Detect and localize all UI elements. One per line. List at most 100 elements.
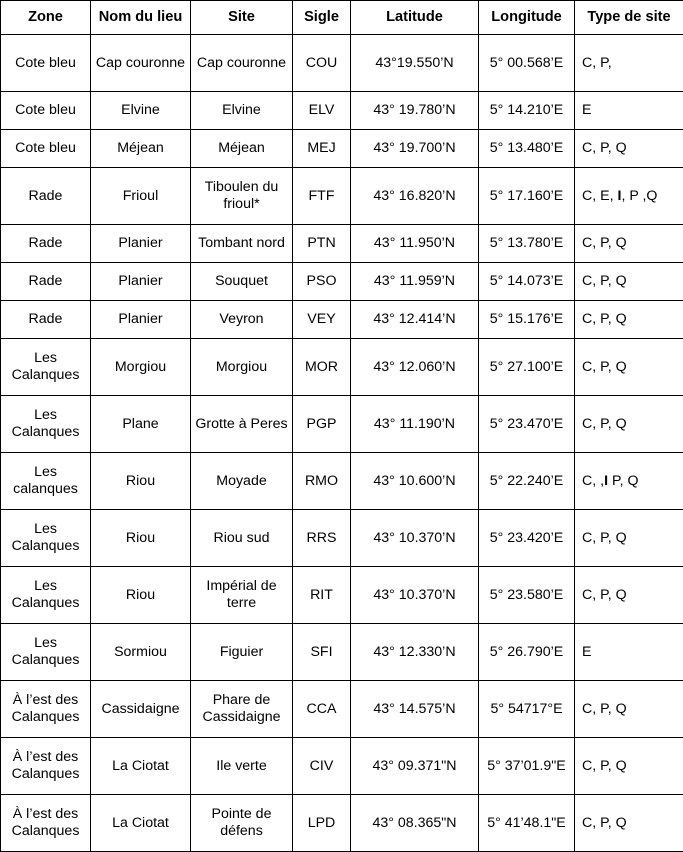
cell-longitude: 5° 17.160’E bbox=[479, 168, 575, 225]
cell-longitude: 5° 23.580’E bbox=[479, 567, 575, 624]
table-row: Cote bleuMéjeanMéjeanMEJ43° 19.700’N5° 1… bbox=[1, 130, 683, 168]
table-row: Les CalanquesSormiouFiguierSFI43° 12.330… bbox=[1, 624, 683, 681]
cell-site: Grotte à Peres bbox=[191, 396, 293, 453]
column-header-longitude: Longitude bbox=[479, 1, 575, 35]
cell-sigle: CCA bbox=[293, 681, 351, 738]
cell-latitude: 43° 19.700’N bbox=[351, 130, 479, 168]
cell-nom: Morgiou bbox=[91, 339, 191, 396]
cell-nom: Cassidaigne bbox=[91, 681, 191, 738]
table-row: À l’est des CalanquesLa CiotatIle verte C… bbox=[1, 738, 683, 795]
cell-site: Tombant nord bbox=[191, 225, 293, 263]
cell-nom: Sormiou bbox=[91, 624, 191, 681]
cell-latitude: 43° 09.371"N bbox=[351, 738, 479, 795]
table-header: Zone Nom du lieu Site Sigle Latitude Lon… bbox=[1, 1, 683, 35]
cell-longitude: 5° 13.780’E bbox=[479, 225, 575, 263]
cell-sigle: RIT bbox=[293, 567, 351, 624]
cell-nom: Méjean bbox=[91, 130, 191, 168]
column-header-nom: Nom du lieu bbox=[91, 1, 191, 35]
cell-nom: La Ciotat bbox=[91, 738, 191, 795]
cell-nom: Riou bbox=[91, 453, 191, 510]
cell-zone: Les Calanques bbox=[1, 510, 91, 567]
header-row: Zone Nom du lieu Site Sigle Latitude Lon… bbox=[1, 1, 683, 35]
cell-longitude: 5° 00.568’E bbox=[479, 35, 575, 92]
cell-type: C, P, Q bbox=[575, 301, 683, 339]
cell-nom: Planier bbox=[91, 263, 191, 301]
cell-longitude: 5° 14.210’E bbox=[479, 92, 575, 130]
cell-latitude: 43° 19.780’N bbox=[351, 92, 479, 130]
cell-longitude: 5° 54717°E bbox=[479, 681, 575, 738]
cell-zone: Cote bleu bbox=[1, 35, 91, 92]
cell-type: C, P, Q bbox=[575, 225, 683, 263]
cell-latitude: 43° 11.190’N bbox=[351, 396, 479, 453]
cell-site: Elvine bbox=[191, 92, 293, 130]
cell-type: E bbox=[575, 92, 683, 130]
column-header-sigle: Sigle bbox=[293, 1, 351, 35]
cell-sigle: RRS bbox=[293, 510, 351, 567]
cell-nom: Frioul bbox=[91, 168, 191, 225]
cell-nom: La Ciotat bbox=[91, 795, 191, 852]
cell-sigle: RMO bbox=[293, 453, 351, 510]
cell-type: C, P, Q bbox=[575, 263, 683, 301]
cell-latitude: 43° 10.370’N bbox=[351, 510, 479, 567]
cell-type: C, ,I P, Q bbox=[575, 453, 683, 510]
cell-longitude: 5° 15.176’E bbox=[479, 301, 575, 339]
cell-nom: Elvine bbox=[91, 92, 191, 130]
cell-sigle: PTN bbox=[293, 225, 351, 263]
cell-sigle: COU bbox=[293, 35, 351, 92]
cell-site: Impérial de terre bbox=[191, 567, 293, 624]
column-header-type: Type de site bbox=[575, 1, 683, 35]
cell-sigle: MEJ bbox=[293, 130, 351, 168]
cell-longitude: 5° 13.480’E bbox=[479, 130, 575, 168]
table-row: Les calanquesRiouMoyadeRMO43° 10.600’N5°… bbox=[1, 453, 683, 510]
cell-latitude: 43° 11.959’N bbox=[351, 263, 479, 301]
cell-longitude: 5° 23.420’E bbox=[479, 510, 575, 567]
column-header-latitude: Latitude bbox=[351, 1, 479, 35]
cell-type: C, P, Q bbox=[575, 567, 683, 624]
cell-zone: Les Calanques bbox=[1, 396, 91, 453]
cell-site: Ile verte bbox=[191, 738, 293, 795]
cell-site: Morgiou bbox=[191, 339, 293, 396]
cell-site: Phare de Cassidaigne bbox=[191, 681, 293, 738]
table-row: À l’est des CalanquesCassidaignePhare de… bbox=[1, 681, 683, 738]
cell-zone: Cote bleu bbox=[1, 130, 91, 168]
cell-zone: Les Calanques bbox=[1, 624, 91, 681]
cell-latitude: 43° 11.950’N bbox=[351, 225, 479, 263]
cell-longitude: 5° 41’48.1"E bbox=[479, 795, 575, 852]
cell-nom: Cap couronne bbox=[91, 35, 191, 92]
cell-nom: Plane bbox=[91, 396, 191, 453]
cell-type: C, P, Q bbox=[575, 681, 683, 738]
cell-type: C, P, Q bbox=[575, 339, 683, 396]
cell-sigle: PSO bbox=[293, 263, 351, 301]
cell-site: Tiboulen du frioul* bbox=[191, 168, 293, 225]
cell-zone: À l’est des Calanques bbox=[1, 738, 91, 795]
cell-type: E bbox=[575, 624, 683, 681]
cell-latitude: 43° 10.370’N bbox=[351, 567, 479, 624]
cell-nom: Riou bbox=[91, 567, 191, 624]
table-row: RadeFrioulTiboulen du frioul*FTF43° 16.8… bbox=[1, 168, 683, 225]
cell-type: C, P, Q bbox=[575, 738, 683, 795]
table-row: Cote bleuElvineElvineELV43° 19.780’N5° 1… bbox=[1, 92, 683, 130]
cell-zone: Cote bleu bbox=[1, 92, 91, 130]
table-row: RadePlanierVeyronVEY43° 12.414’N5° 15.17… bbox=[1, 301, 683, 339]
cell-zone: Rade bbox=[1, 168, 91, 225]
table-container: Zone Nom du lieu Site Sigle Latitude Lon… bbox=[0, 0, 683, 821]
cell-latitude: 43° 12.414’N bbox=[351, 301, 479, 339]
cell-type: C, P, Q bbox=[575, 795, 683, 852]
cell-longitude: 5° 14.073’E bbox=[479, 263, 575, 301]
cell-site: Cap couronne bbox=[191, 35, 293, 92]
cell-nom: Planier bbox=[91, 225, 191, 263]
cell-sigle: FTF bbox=[293, 168, 351, 225]
cell-nom: Planier bbox=[91, 301, 191, 339]
cell-latitude: 43° 12.330’N bbox=[351, 624, 479, 681]
cell-site: Pointe de défens bbox=[191, 795, 293, 852]
table-row: Les CalanquesPlaneGrotte à PeresPGP43° 1… bbox=[1, 396, 683, 453]
cell-latitude: 43° 14.575’N bbox=[351, 681, 479, 738]
cell-longitude: 5° 26.790’E bbox=[479, 624, 575, 681]
cell-zone: Les Calanques bbox=[1, 567, 91, 624]
cell-zone: Les Calanques bbox=[1, 339, 91, 396]
cell-type: C, P, Q bbox=[575, 396, 683, 453]
cell-type: C, E, I, P ,Q bbox=[575, 168, 683, 225]
column-header-zone: Zone bbox=[1, 1, 91, 35]
cell-site: Souquet bbox=[191, 263, 293, 301]
table-row: RadePlanierTombant nordPTN43° 11.950’N5°… bbox=[1, 225, 683, 263]
